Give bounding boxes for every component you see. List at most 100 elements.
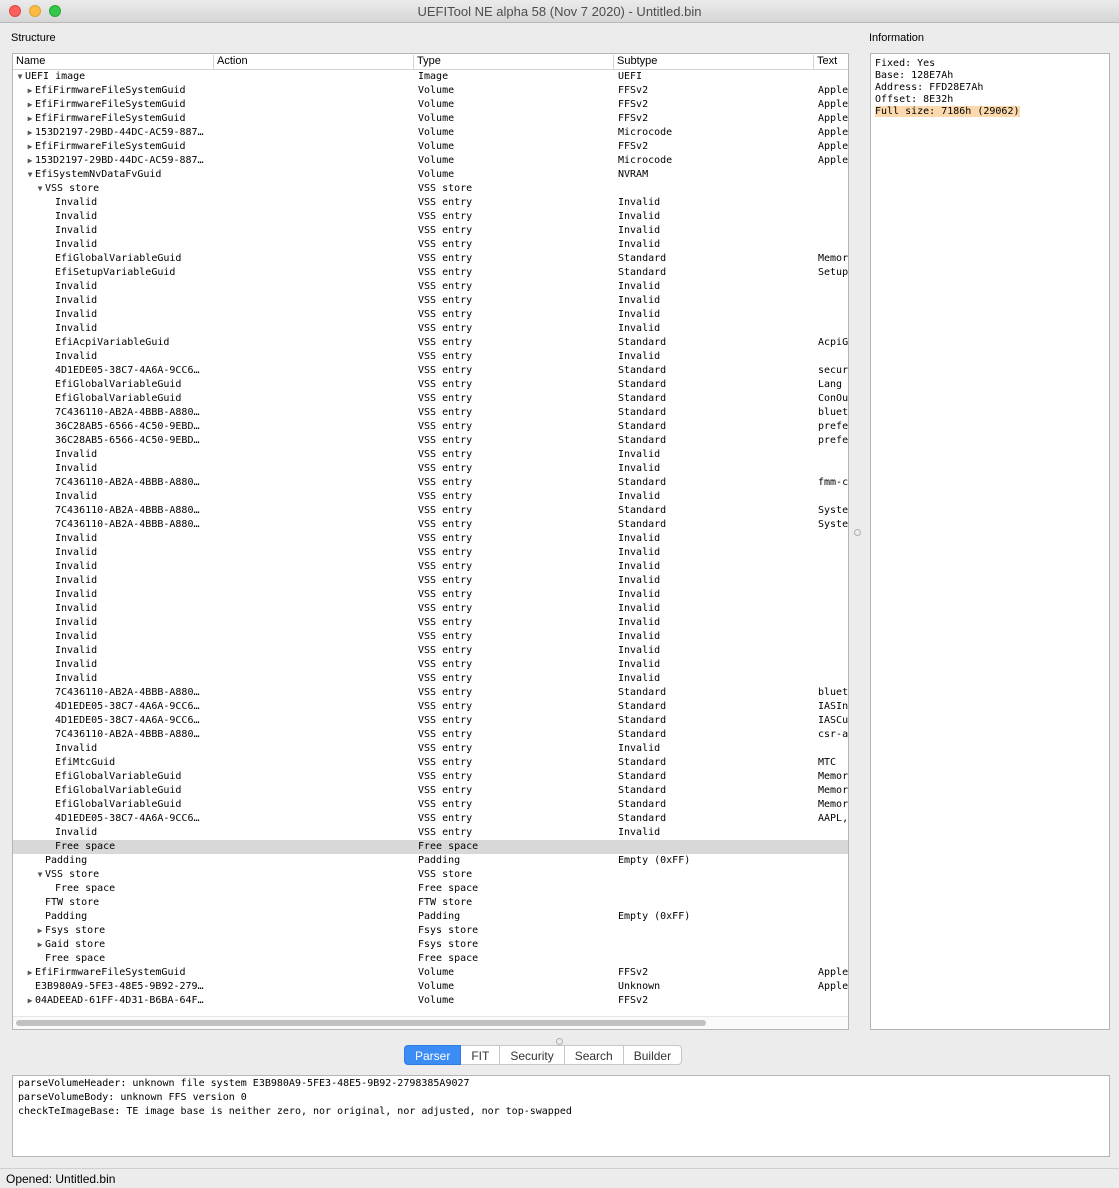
collapsed-arrow-icon[interactable]: ▶ — [25, 966, 35, 980]
tree-row[interactable]: Invalid VSS entry Invalid — [13, 462, 848, 476]
tree-row[interactable]: Invalid VSS entry Invalid — [13, 672, 848, 686]
tree-row[interactable]: Invalid VSS entry Invalid — [13, 238, 848, 252]
tree-row[interactable]: 7C436110-AB2A-4BBB-A880… VSS entry Standar… — [13, 476, 848, 490]
tree-row[interactable]: 7C436110-AB2A-4BBB-A880… VSS entry Standar… — [13, 406, 848, 420]
tree-row[interactable]: EfiGlobalVariableGuid VSS entry Standard Me… — [13, 770, 848, 784]
tree-row[interactable]: Free space Free space — [13, 882, 848, 896]
tree-row[interactable]: ▼ VSS store VSS store — [13, 182, 848, 196]
tree-row[interactable]: ▶ 153D2197-29BD-44DC-AC59-887… Volume Micro… — [13, 126, 848, 140]
collapsed-arrow-icon[interactable]: ▶ — [25, 154, 35, 168]
tree-row[interactable]: Invalid VSS entry Invalid — [13, 532, 848, 546]
collapsed-arrow-icon[interactable]: ▶ — [25, 84, 35, 98]
scrollbar-thumb[interactable] — [16, 1020, 706, 1026]
collapsed-arrow-icon[interactable]: ▶ — [35, 938, 45, 952]
tree-row[interactable]: Padding Padding Empty (0xFF) — [13, 910, 848, 924]
tree-row[interactable]: Invalid VSS entry Invalid — [13, 574, 848, 588]
tree-row[interactable]: 7C436110-AB2A-4BBB-A880… VSS entry Standar… — [13, 504, 848, 518]
tree-row[interactable]: EfiSetupVariableGuid VSS entry Standard Set… — [13, 266, 848, 280]
tree-row[interactable]: ▼ EfiSystemNvDataFvGuid Volume NVRAM — [13, 168, 848, 182]
tab-search[interactable]: Search — [564, 1045, 624, 1065]
tree-row[interactable]: Invalid VSS entry Invalid — [13, 588, 848, 602]
tree-row[interactable]: 7C436110-AB2A-4BBB-A880… VSS entry Standar… — [13, 728, 848, 742]
column-header-action[interactable]: Action — [213, 55, 413, 69]
tree-row[interactable]: EfiGlobalVariableGuid VSS entry Standard Co… — [13, 392, 848, 406]
tree-row[interactable]: 4D1EDE05-38C7-4A6A-9CC6… VSS entry Standar… — [13, 364, 848, 378]
message-line[interactable]: checkTeImageBase: TE image base is neith… — [18, 1105, 1109, 1119]
tree-row[interactable]: Invalid VSS entry Invalid — [13, 280, 848, 294]
tree-row[interactable]: Invalid VSS entry Invalid — [13, 658, 848, 672]
tree-row[interactable]: Invalid VSS entry Invalid — [13, 490, 848, 504]
tree-row[interactable]: Invalid VSS entry Invalid — [13, 210, 848, 224]
collapsed-arrow-icon[interactable]: ▶ — [25, 994, 35, 1008]
tree-row[interactable]: ▶ EfiFirmwareFileSystemGuid Volume FFSv2 App… — [13, 98, 848, 112]
column-header-text[interactable]: Text — [813, 55, 848, 69]
message-line[interactable]: parseVolumeHeader: unknown file system E… — [18, 1077, 1109, 1091]
collapsed-arrow-icon[interactable]: ▶ — [35, 924, 45, 938]
collapsed-arrow-icon[interactable]: ▶ — [25, 98, 35, 112]
tree-row[interactable]: ▼ UEFI image Image UEFI — [13, 70, 848, 84]
tree-row[interactable]: Invalid VSS entry Invalid — [13, 546, 848, 560]
tree-row[interactable]: EfiAcpiVariableGuid VSS entry Standard Acpi… — [13, 336, 848, 350]
tree-row[interactable]: Invalid VSS entry Invalid — [13, 448, 848, 462]
tree-row[interactable]: ▼ VSS store VSS store — [13, 868, 848, 882]
tab-fit[interactable]: FIT — [461, 1045, 501, 1065]
tree-row[interactable]: Padding Padding Empty (0xFF) — [13, 854, 848, 868]
collapsed-arrow-icon[interactable]: ▶ — [25, 126, 35, 140]
vertical-splitter-handle[interactable] — [854, 529, 861, 536]
tab-builder[interactable]: Builder — [623, 1045, 683, 1065]
tree-row[interactable]: EfiMtcGuid VSS entry Standard MTC — [13, 756, 848, 770]
tree-row[interactable]: 36C28AB5-6566-4C50-9EBD… VSS entry Standar… — [13, 434, 848, 448]
tree-row[interactable]: Invalid VSS entry Invalid — [13, 644, 848, 658]
tree-row[interactable]: FTW store FTW store — [13, 896, 848, 910]
messages-panel[interactable]: parseVolumeHeader: unknown file system E… — [12, 1075, 1110, 1157]
tree-row[interactable]: Invalid VSS entry Invalid — [13, 630, 848, 644]
tree-row[interactable]: 7C436110-AB2A-4BBB-A880… VSS entry Standar… — [13, 518, 848, 532]
tree-row[interactable]: ▶ 153D2197-29BD-44DC-AC59-887… Volume Micro… — [13, 154, 848, 168]
tree-row[interactable]: Invalid VSS entry Invalid — [13, 322, 848, 336]
tree-row[interactable]: Invalid VSS entry Invalid — [13, 224, 848, 238]
collapsed-arrow-icon[interactable]: ▶ — [25, 140, 35, 154]
tree-row[interactable]: Invalid VSS entry Invalid — [13, 560, 848, 574]
expanded-arrow-icon[interactable]: ▼ — [35, 182, 45, 196]
tree-row[interactable]: ▶ EfiFirmwareFileSystemGuid Volume FFSv2 App… — [13, 84, 848, 98]
collapsed-arrow-icon[interactable]: ▶ — [25, 112, 35, 126]
tab-parser[interactable]: Parser — [404, 1045, 462, 1065]
expanded-arrow-icon[interactable]: ▼ — [35, 868, 45, 882]
tree-row[interactable]: Free space Free space — [13, 952, 848, 966]
expanded-arrow-icon[interactable]: ▼ — [25, 168, 35, 182]
tree-row[interactable]: Invalid VSS entry Invalid — [13, 350, 848, 364]
tree-row[interactable]: EfiGlobalVariableGuid VSS entry Standard Me… — [13, 784, 848, 798]
tree-row[interactable]: ▶ Gaid store Fsys store — [13, 938, 848, 952]
tree-row[interactable]: 7C436110-AB2A-4BBB-A880… VSS entry Standar… — [13, 686, 848, 700]
tree-row[interactable]: 36C28AB5-6566-4C50-9EBD… VSS entry Standar… — [13, 420, 848, 434]
tree-row[interactable]: ▶ 04ADEEAD-61FF-4D31-B6BA-64F… Volume FFSv2 — [13, 994, 848, 1008]
column-header-subtype[interactable]: Subtype — [613, 55, 813, 69]
tree-row[interactable]: Invalid VSS entry Invalid — [13, 616, 848, 630]
tree-row[interactable]: ▶ EfiFirmwareFileSystemGuid Volume FFSv2 App… — [13, 112, 848, 126]
tree-row[interactable]: E3B980A9-5FE3-48E5-9B92-279… Volume Unknow… — [13, 980, 848, 994]
tree-row[interactable]: 4D1EDE05-38C7-4A6A-9CC6… VSS entry Standar… — [13, 812, 848, 826]
expanded-arrow-icon[interactable]: ▼ — [15, 70, 25, 84]
tree-row[interactable]: 4D1EDE05-38C7-4A6A-9CC6… VSS entry Standar… — [13, 714, 848, 728]
horizontal-splitter-handle[interactable] — [556, 1038, 563, 1045]
structure-tree[interactable]: Name Action Type Subtype Text ▼ UEFI imag… — [12, 53, 849, 1030]
message-line[interactable]: parseVolumeBody: unknown FFS version 0 — [18, 1091, 1109, 1105]
tree-row[interactable]: 4D1EDE05-38C7-4A6A-9CC6… VSS entry Standar… — [13, 700, 848, 714]
tree-row[interactable]: ▶ Fsys store Fsys store — [13, 924, 848, 938]
tree-row[interactable]: Invalid VSS entry Invalid — [13, 602, 848, 616]
column-header-name[interactable]: Name — [13, 55, 213, 69]
horizontal-scrollbar[interactable] — [13, 1016, 848, 1029]
tab-security[interactable]: Security — [500, 1045, 565, 1065]
tree-row[interactable]: Free space Free space — [13, 840, 848, 854]
tree-row[interactable]: Invalid VSS entry Invalid — [13, 308, 848, 322]
tree-row[interactable]: Invalid VSS entry Invalid — [13, 742, 848, 756]
tree-row[interactable]: ▶ EfiFirmwareFileSystemGuid Volume FFSv2 App… — [13, 140, 848, 154]
tree-row[interactable]: EfiGlobalVariableGuid VSS entry Standard Me… — [13, 252, 848, 266]
tree-row[interactable]: EfiGlobalVariableGuid VSS entry Standard Me… — [13, 798, 848, 812]
tree-row[interactable]: Invalid VSS entry Invalid — [13, 294, 848, 308]
column-header-type[interactable]: Type — [413, 55, 613, 69]
tree-row[interactable]: Invalid VSS entry Invalid — [13, 196, 848, 210]
tree-row[interactable]: Invalid VSS entry Invalid — [13, 826, 848, 840]
tree-row[interactable]: EfiGlobalVariableGuid VSS entry Standard La… — [13, 378, 848, 392]
tree-row[interactable]: ▶ EfiFirmwareFileSystemGuid Volume FFSv2 App… — [13, 966, 848, 980]
